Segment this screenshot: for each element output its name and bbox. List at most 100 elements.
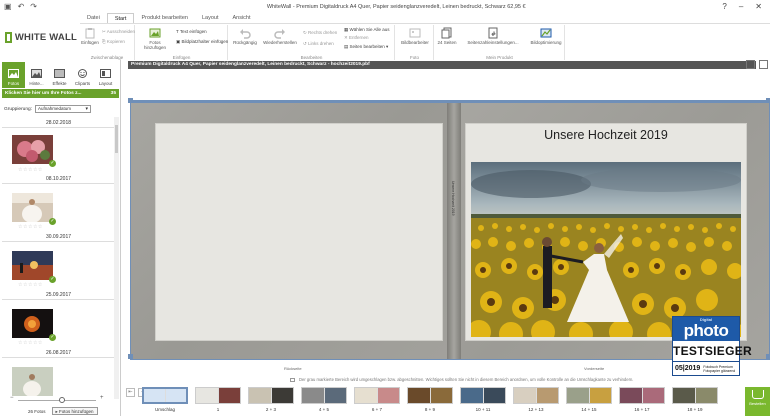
select-all-button[interactable]: ▦ Wählen Sie Alle aus bbox=[344, 27, 390, 33]
filmstrip-item-pages-12-13[interactable]: 12 + 13 bbox=[513, 387, 559, 416]
tab-produkt-bearbeiten[interactable]: Produkt bearbeiten bbox=[134, 13, 194, 23]
testsieger-badge: Digital photo TESTSIEGER 05|2019 Fotobuc… bbox=[672, 316, 753, 376]
filmstrip-item-pages-6-7[interactable]: 6 + 7 bbox=[354, 387, 400, 416]
photo-thumb-roses[interactable]: ✓ bbox=[12, 135, 56, 167]
photo-thumb-flower[interactable]: ✓ bbox=[12, 309, 56, 341]
pages-button[interactable]: 24 Seiten bbox=[437, 27, 457, 45]
ribbon-group-insert: Fotos hinzufügen T Text einfügen ▣ Bildp… bbox=[136, 25, 228, 60]
rotate-right-button[interactable]: ↻ Rechts drehen bbox=[303, 30, 337, 36]
filmstrip-item-pages-16-17[interactable]: 16 + 17 bbox=[619, 387, 665, 416]
quick-access-toolbar: ▣ ↶ ↷ bbox=[0, 2, 70, 11]
ribbon-group-product: 24 Seiten # Seitenzahleinstellungen... B… bbox=[435, 25, 565, 60]
paste-button[interactable]: Einfügen bbox=[81, 27, 99, 45]
tab-layout[interactable]: Layout bbox=[195, 13, 226, 23]
filmstrip-item-pages-2-3[interactable]: 2 + 3 bbox=[248, 387, 294, 416]
redo-button[interactable]: Wiederherstellen bbox=[262, 27, 298, 45]
image-optimize-button[interactable]: Bildoptimierung bbox=[529, 27, 563, 45]
single-view-icon[interactable] bbox=[746, 60, 755, 69]
grouping-select[interactable]: Aufnahmedatum bbox=[35, 105, 91, 113]
wedding-sunflower-photo[interactable] bbox=[471, 162, 741, 337]
tab-ansicht[interactable]: Ansicht bbox=[225, 13, 257, 23]
filmstrip-item-pages-4-5[interactable]: 4 + 5 bbox=[301, 387, 347, 416]
add-photos-button[interactable]: Fotos hinzufügen bbox=[142, 27, 168, 50]
rating-stars[interactable]: ☆☆☆☆☆ bbox=[18, 167, 43, 173]
photo-thumb-sunset[interactable]: ✓ bbox=[12, 251, 56, 283]
date-header: 08.10.2017 bbox=[2, 175, 115, 184]
add-photos-footer-button[interactable]: ▸ Fotos hinzufügen bbox=[51, 407, 98, 415]
thumbnail-zoom-slider[interactable]: − + bbox=[10, 395, 104, 403]
ribbon-group-edit: Rückgängig Wiederherstellen ↻ Rechts dre… bbox=[229, 25, 395, 60]
title-bar: ▣ ↶ ↷ WhiteWall - Premium Digitaldruck A… bbox=[0, 0, 770, 13]
rotate-left-button[interactable]: ↺ Links drehen bbox=[303, 41, 334, 47]
bride-outdoor-photo bbox=[12, 367, 53, 397]
photobook-cover-spread[interactable]: Unsere Hochzeit 2019 Unsere Hochzeit 201… bbox=[128, 98, 770, 376]
resize-handle[interactable] bbox=[128, 354, 133, 359]
page-settings-button[interactable]: # Seitenzahleinstellungen... bbox=[461, 27, 525, 45]
rating-stars[interactable]: ☆☆☆☆☆ bbox=[18, 224, 43, 230]
trim-area-swatch-icon bbox=[290, 377, 295, 382]
photo-count-badge: 35 bbox=[110, 91, 116, 96]
paste-icon bbox=[85, 28, 95, 39]
filmstrip-item-pages-14-15[interactable]: 14 + 15 bbox=[566, 387, 612, 416]
photo-thumb-bride-2[interactable] bbox=[12, 367, 53, 397]
photo-thumb-bride[interactable]: ✓ bbox=[12, 193, 56, 225]
date-header: 30.09.2017 bbox=[2, 233, 115, 242]
tab-fotos[interactable]: Fotos bbox=[2, 62, 25, 88]
photo-list-scrollbar[interactable] bbox=[114, 117, 119, 399]
view-toggle bbox=[746, 60, 768, 69]
cut-button[interactable]: ✂ Ausschneiden bbox=[102, 29, 135, 35]
minimize-button[interactable]: – bbox=[739, 2, 743, 11]
back-cover-page[interactable] bbox=[155, 123, 443, 341]
tab-start[interactable]: Start bbox=[106, 13, 135, 23]
filmstrip-item-pages-10-11[interactable]: 10 + 11 bbox=[460, 387, 506, 416]
book-title-text[interactable]: Unsere Hochzeit 2019 bbox=[465, 128, 747, 142]
image-editor-button[interactable]: Bildbearbeiter bbox=[398, 27, 432, 45]
insert-text-button[interactable]: T Text einfügen bbox=[176, 29, 207, 34]
save-icon[interactable]: ▣ bbox=[4, 2, 12, 11]
tab-datei[interactable]: Datei bbox=[80, 13, 107, 23]
close-button[interactable]: ✕ bbox=[755, 2, 762, 11]
help-button[interactable]: ? bbox=[722, 2, 726, 11]
edit-pages-button[interactable]: ▤ Seiten bearbeiten ▾ bbox=[344, 44, 388, 50]
front-cover-label: Vorderseite bbox=[584, 366, 605, 371]
filmstrip-item-cover[interactable]: Umschlag bbox=[142, 387, 188, 416]
resize-handle[interactable] bbox=[128, 98, 133, 103]
bride-photo bbox=[12, 193, 53, 223]
left-panel-tabs: Fotos Hinte... Effekte Cliparts Layout bbox=[2, 62, 120, 88]
undo-icon[interactable]: ↶ bbox=[18, 2, 25, 11]
tab-cliparts[interactable]: Cliparts bbox=[71, 62, 94, 88]
insert-placeholder-button[interactable]: ▣ Bildplatzhalter einfügen bbox=[176, 39, 228, 45]
selection-border bbox=[131, 101, 770, 103]
order-button[interactable]: Bestellen bbox=[745, 387, 770, 416]
resize-handle[interactable] bbox=[766, 98, 770, 103]
remove-button[interactable]: ✕ Entfernen bbox=[344, 35, 369, 41]
undo-button[interactable]: Rückgängig bbox=[231, 27, 259, 45]
add-photos-banner[interactable]: Klicken Sie hier um Ihre Fotos z... 35 bbox=[2, 89, 119, 98]
filmstrip-item-pages-18-19[interactable]: 18 + 19 bbox=[672, 387, 718, 416]
photos-tab-icon bbox=[8, 69, 19, 78]
redo-icon[interactable]: ↷ bbox=[30, 2, 37, 11]
used-check-icon: ✓ bbox=[49, 276, 56, 283]
copy-button[interactable]: ⎘ Kopieren bbox=[102, 39, 125, 44]
book-spine: Unsere Hochzeit 2019 bbox=[447, 101, 461, 359]
undo-icon bbox=[240, 29, 251, 39]
filmstrip-item-pages-8-9[interactable]: 8 + 9 bbox=[407, 387, 453, 416]
filmstrip-item-page-1[interactable]: 1 bbox=[195, 387, 241, 416]
tab-effekte[interactable]: Effekte bbox=[48, 62, 71, 88]
zoom-in-icon[interactable]: + bbox=[100, 395, 104, 401]
fullscreen-icon[interactable] bbox=[759, 60, 768, 69]
rating-stars[interactable]: ☆☆☆☆☆ bbox=[18, 340, 43, 346]
zoom-slider-knob[interactable] bbox=[59, 397, 65, 403]
back-cover-label: Rückseite bbox=[284, 366, 302, 371]
redo-icon bbox=[274, 29, 285, 39]
tab-layout-left[interactable]: Layout bbox=[94, 62, 117, 88]
zoom-out-icon[interactable]: − bbox=[10, 395, 14, 401]
logo-text: WHITE WALL bbox=[14, 31, 77, 43]
date-header: 25.09.2017 bbox=[2, 291, 115, 300]
filmstrip-first-button[interactable]: ⇤ bbox=[126, 388, 135, 397]
tab-hintergruende[interactable]: Hinte... bbox=[25, 62, 48, 88]
scrollbar-thumb[interactable] bbox=[115, 125, 118, 153]
resize-handle[interactable] bbox=[766, 354, 770, 359]
badge-award: TESTSIEGER bbox=[673, 344, 753, 358]
rating-stars[interactable]: ☆☆☆☆☆ bbox=[18, 282, 43, 288]
